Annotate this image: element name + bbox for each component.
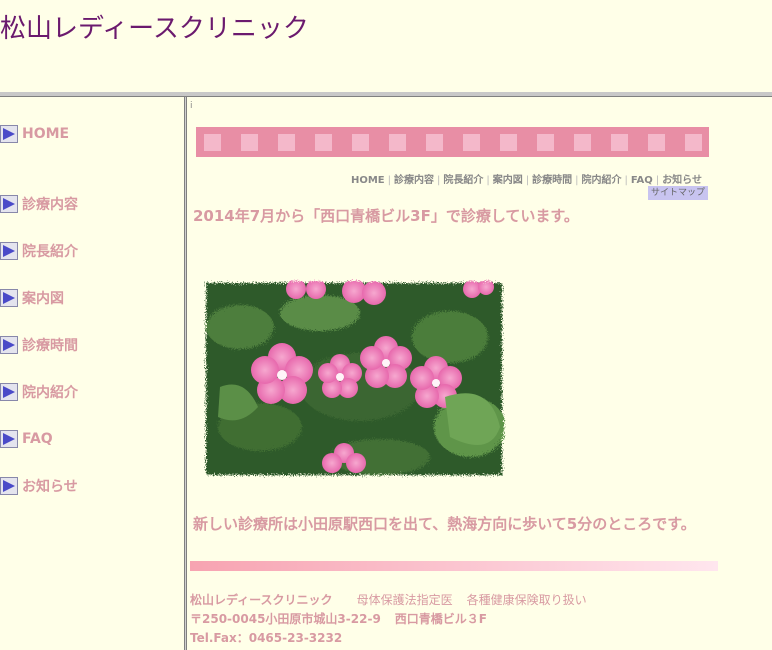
top-nav-facility[interactable]: 院内紹介 — [582, 175, 622, 186]
frame-marker: i — [190, 101, 193, 111]
sidebar-item-label[interactable]: お知らせ — [22, 476, 78, 496]
banner-square — [611, 133, 628, 151]
top-nav-services[interactable]: 診療内容 — [394, 175, 434, 186]
sidebar-frame-divider[interactable] — [184, 97, 187, 650]
sidebar-item-services[interactable]: 診療内容 — [0, 193, 78, 215]
sidebar-item-label[interactable]: 院長紹介 — [22, 241, 78, 261]
footer-insurance: 各種健康保険取り扱い — [466, 593, 587, 607]
play-arrow-icon — [0, 477, 18, 495]
sidebar-item-map[interactable]: 案内図 — [0, 287, 64, 309]
play-arrow-icon — [0, 242, 18, 260]
footer-line-2: 〒250-0045小田原市城山3-22-9 西口青橋ビル３F — [190, 610, 587, 629]
top-nav-home[interactable]: HOME — [351, 175, 385, 186]
directions-text: 新しい診療所は小田原駅西口を出て、熱海方向に歩いて5分のところです。 — [193, 515, 696, 533]
play-arrow-icon — [0, 430, 18, 448]
banner-square — [204, 133, 221, 151]
main-content: i HOME | 診療内容 | 院長紹介 | 案内図 | 診療時間 | 院内紹介 | FAQ | お知らせ … — [188, 97, 772, 650]
nav-separator: | — [387, 175, 391, 186]
nav-separator: | — [575, 175, 579, 186]
banner-square — [500, 133, 517, 151]
sidebar-item-home[interactable]: HOME — [0, 123, 69, 145]
nav-separator: | — [624, 175, 628, 186]
banner-square — [241, 133, 258, 151]
relocation-notice: 2014年7月から「西口青橋ビル3F」で診療しています。 — [193, 207, 579, 225]
play-arrow-icon — [0, 195, 18, 213]
nav-separator: | — [655, 175, 660, 186]
sidebar-item-label[interactable]: 院内紹介 — [22, 382, 78, 402]
gradient-divider — [190, 561, 718, 571]
play-arrow-icon — [0, 336, 18, 354]
sitemap-link[interactable]: サイトマップ — [648, 186, 709, 200]
sidebar-nav: HOME 診療内容 院長紹介 案内図 診療時間 院内紹介 FAQ お知らせ — [0, 97, 184, 650]
site-header: 松山レディースクリニック — [0, 0, 772, 92]
play-arrow-icon — [0, 289, 18, 307]
sidebar-item-label[interactable]: FAQ — [22, 431, 53, 447]
nav-separator: | — [525, 175, 530, 186]
banner-square — [463, 133, 480, 151]
sidebar-item-label[interactable]: 案内図 — [22, 288, 64, 308]
footer-address: 〒250-0045小田原市城山3-22-9 — [190, 612, 381, 626]
banner-square — [278, 133, 295, 151]
sidebar-item-director[interactable]: 院長紹介 — [0, 240, 78, 262]
top-nav-news[interactable]: お知らせ — [662, 175, 702, 186]
banner-square — [537, 133, 554, 151]
flower-photo — [200, 277, 508, 481]
footer-tel: Tel.Fax：0465-23-3232 — [190, 631, 343, 645]
sidebar-item-label[interactable]: HOME — [22, 126, 69, 142]
top-nav-director[interactable]: 院長紹介 — [443, 175, 483, 186]
top-nav: HOME | 診療内容 | 院長紹介 | 案内図 | 診療時間 | 院内紹介 | FAQ | お知らせ — [351, 171, 702, 186]
sidebar-item-label[interactable]: 診療時間 — [22, 335, 78, 355]
play-arrow-icon — [0, 125, 18, 143]
play-arrow-icon — [0, 383, 18, 401]
site-title: 松山レディースクリニック — [0, 14, 309, 44]
banner-square — [685, 133, 702, 151]
top-nav-faq[interactable]: FAQ — [631, 175, 653, 186]
footer-designation: 母体保護法指定医 — [356, 593, 453, 607]
sidebar-item-label[interactable]: 診療内容 — [22, 194, 78, 214]
sidebar-item-faq[interactable]: FAQ — [0, 428, 53, 450]
top-nav-map[interactable]: 案内図 — [493, 175, 523, 186]
sidebar-item-hours[interactable]: 診療時間 — [0, 334, 78, 356]
sidebar-item-facility[interactable]: 院内紹介 — [0, 381, 78, 403]
sidebar-item-news[interactable]: お知らせ — [0, 475, 78, 497]
nav-separator: | — [437, 175, 441, 186]
footer-line-3: Tel.Fax：0465-23-3232 — [190, 629, 587, 648]
top-nav-hours[interactable]: 診療時間 — [532, 175, 572, 186]
decorative-banner — [196, 127, 709, 157]
footer-line-1: 松山レディースクリニック 母体保護法指定医 各種健康保険取り扱い — [190, 591, 587, 610]
banner-square — [315, 133, 332, 151]
banner-square — [648, 133, 665, 151]
banner-square — [389, 133, 406, 151]
banner-square — [352, 133, 369, 151]
clinic-footer: 松山レディースクリニック 母体保護法指定医 各種健康保険取り扱い 〒250-0045… — [190, 591, 587, 648]
banner-square — [574, 133, 591, 151]
nav-separator: | — [486, 175, 490, 186]
footer-clinic-name: 松山レディースクリニック — [190, 593, 333, 607]
footer-building: 西口青橋ビル３F — [394, 612, 487, 626]
banner-square — [426, 133, 443, 151]
